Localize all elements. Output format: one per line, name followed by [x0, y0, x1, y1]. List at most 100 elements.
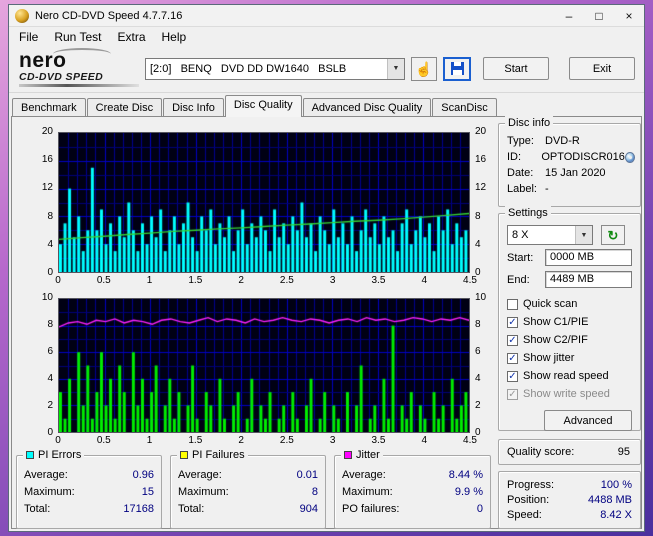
checkbox-show-read-speed[interactable]: ✓ Show read speed: [507, 368, 632, 384]
pi-failures-chart: [58, 298, 470, 433]
axis-tick-label: 3.5: [371, 275, 386, 286]
axis-tick-label: 2: [238, 275, 244, 286]
chevron-down-icon[interactable]: ▼: [387, 58, 404, 79]
disc-quality-panel: 0 4 8 12 16 20 0 4 8 12 16 20 0 0.5 1 1.5 2 2.5 3 3.5 4 4.5…: [11, 116, 642, 529]
speed-select[interactable]: 8 X ▼: [507, 225, 593, 245]
menu-run-test[interactable]: Run Test: [46, 28, 109, 46]
check-icon: ✓: [507, 388, 518, 400]
disc-info-group: Disc info Type: DVD-R ID: OPTODISCR016 D…: [498, 116, 641, 207]
start-field[interactable]: 0000 MB: [545, 249, 632, 266]
axis-tick-label: 2.5: [279, 275, 294, 286]
axis-tick-label: 0: [47, 267, 53, 278]
minimize-button[interactable]: –: [554, 5, 584, 26]
axis-tick-label: 4.5: [463, 435, 477, 446]
advanced-button[interactable]: Advanced: [544, 410, 632, 431]
check-icon: [507, 298, 518, 310]
settings-checkboxes: Quick scan ✓ Show C1/PIE ✓ Show C2/PIF ✓ Show …: [507, 296, 632, 402]
cd-icon: [624, 151, 635, 163]
refresh-button[interactable]: ↻: [601, 225, 625, 245]
check-icon: ✓: [507, 334, 518, 346]
checkbox-label: Show jitter: [523, 352, 575, 364]
axis-tick-label: 20: [475, 126, 487, 137]
axis-tick-label: 2: [238, 435, 244, 446]
axis-tick-label: 10: [475, 292, 487, 303]
axis-tick-label: 1: [146, 275, 153, 286]
pi-failures-legend-swatch: [180, 451, 188, 459]
axis-tick-label: 8: [47, 210, 53, 222]
end-field[interactable]: 4489 MB: [545, 271, 632, 288]
nero-app-icon: [15, 8, 29, 23]
options-button[interactable]: ☝: [411, 56, 437, 81]
titlebar[interactable]: Nero CD-DVD Speed 4.7.7.16 – □ ×: [9, 5, 644, 27]
pi-failures-stats-title: PI Failures: [192, 449, 245, 461]
axis-tick-label: 12: [475, 182, 487, 194]
quality-score-label: Quality score:: [507, 446, 575, 458]
settings-title: Settings: [505, 206, 551, 220]
checkbox-label: Show write speed: [523, 388, 610, 400]
disc-date-row: Date: 15 Jan 2020: [507, 167, 606, 179]
axis-tick-label: 6: [475, 346, 481, 357]
axis-tick-label: 3: [329, 275, 336, 286]
tab-bar: Benchmark Create Disc Disc Info Disc Qualit…: [9, 95, 644, 117]
chevron-down-icon[interactable]: ▼: [575, 226, 592, 244]
axis-tick-label: 8: [47, 319, 53, 330]
axis-tick-label: 0: [55, 275, 61, 286]
axis-tick-label: 3: [329, 435, 336, 446]
checkbox-quick-scan[interactable]: Quick scan: [507, 296, 632, 312]
axis-tick-label: 0.5: [96, 435, 111, 446]
end-label: End:: [507, 273, 530, 286]
checkbox-show-c1-pie[interactable]: ✓ Show C1/PIE: [507, 314, 632, 330]
tab-advanced-disc-quality[interactable]: Advanced Disc Quality: [302, 98, 432, 117]
disc-type-row: Type: DVD-R: [507, 135, 580, 147]
tab-disc-info[interactable]: Disc Info: [163, 98, 224, 117]
jitter-stats-title: Jitter: [356, 449, 380, 461]
menu-extra[interactable]: Extra: [109, 28, 153, 46]
menu-help[interactable]: Help: [154, 28, 195, 46]
checkbox-show-c2-pif[interactable]: ✓ Show C2/PIF: [507, 332, 632, 348]
axis-tick-label: 16: [475, 154, 487, 166]
axis-tick-label: 4.5: [463, 275, 477, 286]
axis-tick-label: 4: [475, 238, 481, 250]
logo-rule: [19, 83, 139, 87]
tab-disc-quality[interactable]: Disc Quality: [224, 95, 302, 117]
nero-logo: nero CD-DVD SPEED: [15, 47, 139, 87]
drive-select[interactable]: [2:0] BENQ DVD DD DW1640 BSLB ▼: [145, 57, 405, 80]
pi-failures-stats-group: PI Failures Average: 0.01 Maximum: 8 Total…: [170, 448, 326, 529]
axis-tick-label: 0.5: [96, 275, 111, 286]
titlebar-buttons: – □ ×: [554, 5, 644, 26]
menu-bar: File Run Test Extra Help: [9, 27, 644, 47]
exit-button[interactable]: Exit: [569, 57, 635, 80]
pi-errors-stats-title: PI Errors: [38, 449, 82, 461]
tab-scandisc[interactable]: ScanDisc: [432, 98, 497, 117]
close-button[interactable]: ×: [614, 5, 644, 26]
axis-tick-label: 10: [41, 292, 53, 303]
axis-tick-label: 0: [55, 435, 61, 446]
axis-tick-label: 4: [47, 238, 53, 250]
disc-id-row: ID: OPTODISCR016: [499, 149, 640, 165]
start-button[interactable]: Start: [483, 57, 549, 80]
axis-tick-label: 1.5: [188, 435, 203, 446]
save-button[interactable]: [443, 56, 471, 81]
pi-errors-legend-swatch: [26, 451, 34, 459]
maximize-button[interactable]: □: [584, 5, 614, 26]
pif-chart-y-axis-right: 0 2 4 6 8 10: [472, 292, 498, 438]
tab-create-disc[interactable]: Create Disc: [86, 98, 163, 117]
jitter-stats-group: Jitter Average: 8.44 % Maximum: 9.9 % PO f…: [334, 448, 491, 529]
checkbox-label: Quick scan: [523, 298, 578, 310]
pie-chart-y-axis-left: 0 4 8 12 16 20: [30, 126, 56, 278]
axis-tick-label: 8: [475, 319, 481, 330]
menu-file[interactable]: File: [11, 28, 46, 46]
jitter-legend-swatch: [344, 451, 352, 459]
nero-swoosh-icon: [53, 47, 111, 60]
disc-label-row: Label: -: [507, 183, 549, 195]
axis-tick-label: 4: [475, 373, 481, 384]
axis-tick-label: 8: [475, 210, 481, 222]
position-row: Position: 4488 MB: [507, 494, 632, 506]
checkbox-show-jitter[interactable]: ✓ Show jitter: [507, 350, 632, 366]
tab-benchmark[interactable]: Benchmark: [12, 98, 86, 117]
checkbox-label: Show C1/PIE: [523, 316, 589, 328]
checkbox-show-write-speed[interactable]: ✓ Show write speed: [507, 386, 632, 402]
check-icon: ✓: [507, 352, 518, 364]
quality-score-group: Quality score: 95: [498, 439, 641, 465]
settings-group: Settings 8 X ▼ ↻ Start: 0000 MB End: 448…: [498, 206, 641, 431]
